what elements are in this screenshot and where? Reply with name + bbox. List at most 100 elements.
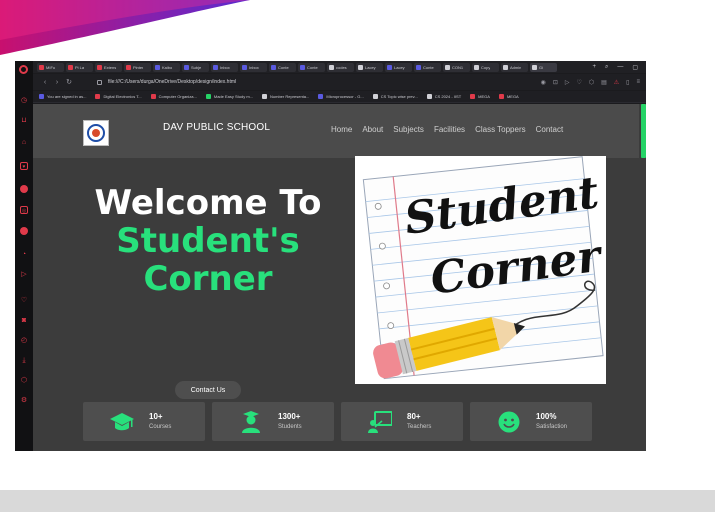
browser-sidebar: ◷ ⊔ ⌂ ♥ ◎ ◔ ▷ ♡ ◙ ◴ ⤓ ⬡ ⚙ [15,61,33,451]
bookmark-favicon-icon [426,94,432,99]
nav-about[interactable]: About [362,125,383,134]
browser-tab[interactable]: Copy [472,62,499,72]
tab-favicon-icon [184,64,189,70]
stat-label: Courses [149,424,172,430]
browser-tab[interactable]: Conte [269,62,296,72]
bookmark-item[interactable]: Digital Electronics T... [95,94,142,99]
tab-label: Subje [191,64,202,70]
nav-subjects[interactable]: Subjects [393,125,424,134]
menu-icon[interactable]: ≡ [636,79,640,86]
browser-tab[interactable]: Admin [501,62,528,72]
nav-home[interactable]: Home [331,125,352,134]
bookmark-item[interactable]: MEGA [470,94,490,99]
bookmark-label: CS 2024 - IIST [434,94,462,99]
tab-favicon-icon [329,64,334,70]
play-media-icon[interactable]: ▷ [565,79,570,86]
nav-facilities[interactable]: Facilities [434,125,465,134]
browser-tab[interactable]: Conte [414,62,441,72]
whatsapp-icon[interactable] [20,227,28,235]
tab-label: Conte [278,64,289,70]
scrollbar[interactable] [641,104,646,158]
browser-tab[interactable]: codes [327,62,354,72]
search-tabs-icon[interactable]: ⌕ [605,64,608,71]
browser-tab[interactable]: Kaibo [153,62,180,72]
minimize-icon[interactable]: — [617,64,623,71]
cube-icon[interactable]: ⬡ [20,377,28,385]
browser-tab[interactable]: Extens [95,62,122,72]
instagram-icon[interactable]: ◎ [20,206,28,214]
heart-box-icon[interactable]: ♥ [20,162,28,170]
stats-row: 10+ Courses 1300+ Students 80+ Teachers … [83,402,592,441]
bookmark-favicon-icon [470,94,476,99]
bookmark-item[interactable]: Number Representa... [262,94,309,99]
browser-tab[interactable]: Inbox [240,62,267,72]
bag-icon[interactable]: ⊔ [20,117,28,125]
home-icon[interactable]: ⌂ [20,139,28,147]
browser-window: ◷ ⊔ ⌂ ♥ ◎ ◔ ▷ ♡ ◙ ◴ ⤓ ⬡ ⚙ MIFu Pi La Exten… [15,61,646,451]
tab-favicon-icon [97,64,102,70]
vpn-icon[interactable]: ▤ [601,79,607,86]
history-icon[interactable]: ◷ [20,97,28,105]
settings-icon[interactable]: ⚙ [20,397,28,405]
reload-icon[interactable]: ↻ [63,78,75,86]
messenger-icon[interactable] [20,185,28,193]
account-icon[interactable]: ⚠ [614,79,619,86]
bookmark-item[interactable]: Microprocessor - G... [318,94,364,99]
browser-tab[interactable]: Inbox [211,62,238,72]
stat-label: Satisfaction [536,424,568,430]
browser-tab[interactable]: Conte [298,62,325,72]
smile-icon [498,411,520,433]
url-field[interactable]: file:///C:/Users/durga/OneDrive/Desktop/… [97,77,477,88]
browser-tab[interactable]: Pi La [66,62,93,72]
browser-tab[interactable]: Lacey [356,62,383,72]
web-page: DAV PUBLIC SCHOOL Home About Subjects Fa… [33,104,646,451]
play-icon[interactable]: ▷ [20,271,28,279]
speed-icon[interactable]: ◔ [20,251,28,259]
heart-icon[interactable]: ♡ [20,297,28,305]
opera-logo-icon[interactable] [19,65,28,74]
new-tab-button[interactable]: + [592,64,596,71]
browser-tab[interactable]: Lacey [385,62,412,72]
screenshot-icon[interactable]: ⊡ [553,79,558,86]
tab-label: Kaibo [162,64,173,70]
bookmark-favicon-icon [150,94,156,99]
stat-label: Students [278,424,302,430]
tab-label: Copy [481,64,491,70]
tab-label: Inbox [249,64,259,70]
browser-tab[interactable]: Subje [182,62,209,72]
stat-card-teachers: 80+ Teachers [341,402,463,441]
bookmark-item[interactable]: Made Easy Study m... [205,94,253,99]
url-text: file:///C:/Users/durga/OneDrive/Desktop/… [108,79,237,85]
clock-icon[interactable]: ◴ [20,337,28,345]
stat-card-courses: 10+ Courses [83,402,205,441]
forward-icon[interactable]: › [51,79,63,86]
tab-favicon-icon [503,64,508,70]
favorite-icon[interactable]: ♡ [576,79,581,86]
back-icon[interactable]: ‹ [39,79,51,86]
browser-tab[interactable]: MIFu [37,62,64,72]
bookmark-favicon-icon [95,94,101,99]
bookmark-item[interactable]: Computer Organiza... [150,94,197,99]
camera-icon[interactable]: ◉ [541,79,546,86]
nav-contact[interactable]: Contact [536,125,564,134]
contact-us-button[interactable]: Contact Us [175,381,241,399]
stat-value: 100% [536,412,557,421]
nav-class-toppers[interactable]: Class Toppers [475,125,526,134]
bookmark-item[interactable]: CS Topic wise prev... [372,94,418,99]
tab-favicon-icon [532,64,537,70]
snapshot-icon[interactable]: ◙ [20,317,28,325]
hero-title-line1: Welcome To [94,183,322,223]
bookmark-item[interactable]: You are signed in as... [39,94,86,99]
browser-tab[interactable]: Pinter [124,62,151,72]
school-logo[interactable] [83,120,109,146]
tab-favicon-icon [271,64,276,70]
browser-tab[interactable]: Gi [530,62,557,72]
maximize-icon[interactable]: ▢ [632,64,638,71]
sidebar-toggle-icon[interactable]: ▯ [626,79,629,86]
browser-tab[interactable]: CON1 [443,62,470,72]
download-icon[interactable]: ⤓ [20,357,28,365]
hero-title: Welcome To Student's Corner [63,186,353,300]
bookmark-item[interactable]: MEGA [498,94,519,99]
extension-icon[interactable]: ⬡ [589,79,594,86]
bookmark-item[interactable]: CS 2024 - IIST [426,94,462,99]
